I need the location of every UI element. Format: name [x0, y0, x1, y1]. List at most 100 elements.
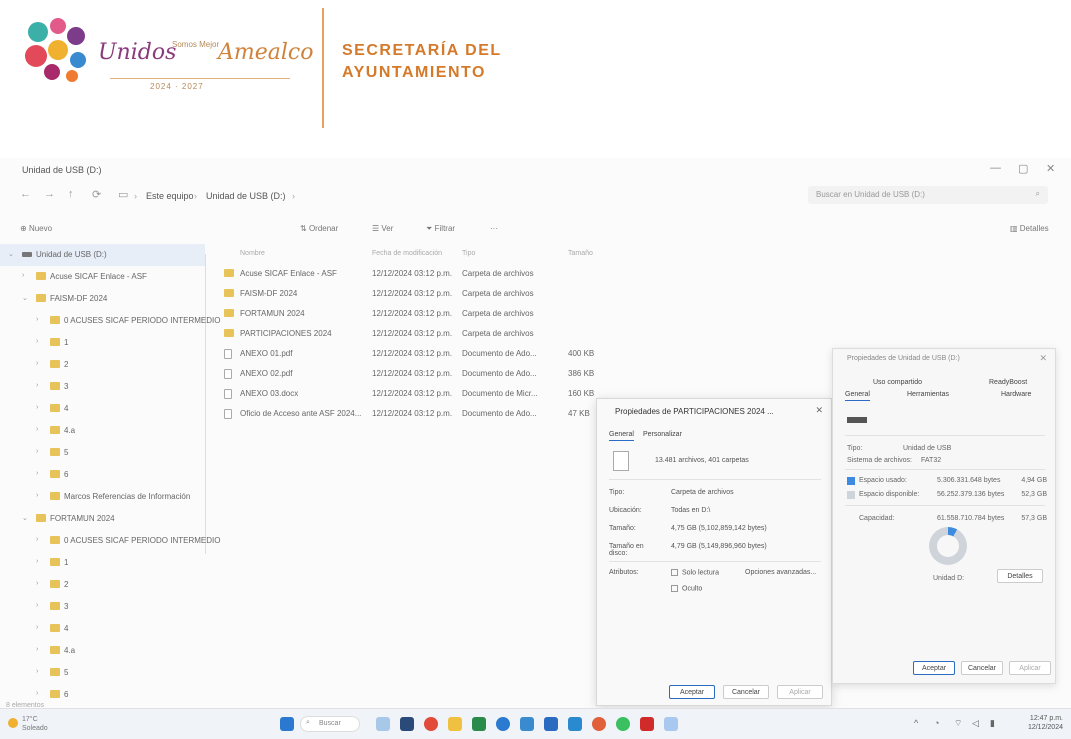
minimize-icon[interactable]: — — [990, 162, 1001, 174]
tab-tools[interactable]: Herramientas — [907, 391, 949, 398]
chevron-right-icon[interactable]: › — [36, 470, 38, 477]
system-clock[interactable]: 12:47 p.m. 12/12/2024 — [1028, 714, 1063, 732]
notepad-icon[interactable] — [664, 717, 678, 731]
details-button[interactable]: Detalles — [997, 569, 1043, 583]
file-explorer-icon[interactable] — [448, 717, 462, 731]
search-input[interactable]: Buscar en Unidad de USB (D:) ⌕ — [808, 186, 1048, 204]
word-icon[interactable] — [544, 717, 558, 731]
close-icon[interactable]: ✕ — [1046, 162, 1055, 175]
nav-tree-item[interactable]: › 2 — [0, 574, 205, 596]
app-icon[interactable] — [424, 717, 438, 731]
column-header-name[interactable]: Nombre — [240, 250, 265, 257]
forward-arrow-icon[interactable]: → — [44, 188, 55, 200]
chevron-right-icon[interactable]: › — [36, 360, 38, 367]
chevron-down-icon[interactable]: ⌄ — [8, 250, 14, 258]
cancel-button[interactable]: Cancelar — [723, 685, 769, 699]
ok-button[interactable]: Aceptar — [913, 661, 955, 675]
chrome-icon[interactable] — [592, 717, 606, 731]
nav-tree-item[interactable]: › 3 — [0, 596, 205, 618]
chevron-right-icon[interactable]: › — [36, 536, 38, 543]
chevron-right-icon[interactable]: › — [36, 558, 38, 565]
new-button[interactable]: ⊕ Nuevo — [20, 224, 52, 233]
chevron-right-icon[interactable]: › — [36, 624, 38, 631]
chevron-right-icon[interactable]: › — [36, 602, 38, 609]
file-row[interactable]: FAISM-DF 2024 12/12/2024 03:12 p.m. Carpet… — [218, 284, 618, 304]
nav-tree-item[interactable]: › 5 — [0, 662, 205, 684]
tab-general[interactable]: General — [845, 391, 870, 401]
chevron-right-icon[interactable]: › — [36, 404, 38, 411]
widgets-icon[interactable] — [400, 717, 414, 731]
file-row[interactable]: ANEXO 03.docx 12/12/2024 03:12 p.m. Docume… — [218, 384, 618, 404]
whatsapp-icon[interactable] — [616, 717, 630, 731]
up-arrow-icon[interactable]: ↑ — [68, 188, 74, 200]
excel-icon[interactable] — [472, 717, 486, 731]
chevron-down-icon[interactable]: ⌄ — [22, 294, 28, 302]
chevron-right-icon[interactable]: › — [36, 668, 38, 675]
refresh-icon[interactable]: ⟳ — [92, 188, 101, 201]
nav-tree-item[interactable]: › 0 ACUSES SICAF PERIODO INTERMEDIO — [0, 310, 220, 332]
nav-tree-item[interactable]: › Acuse SICAF Enlace - ASF — [0, 266, 205, 288]
chevron-right-icon[interactable]: › — [36, 646, 38, 653]
column-header-size[interactable]: Tamaño — [568, 250, 593, 257]
chevron-down-icon[interactable]: ⌄ — [22, 514, 28, 522]
nav-tree-item[interactable]: › 5 — [0, 442, 205, 464]
chevron-up-icon[interactable]: ^ — [914, 718, 918, 728]
column-header-modified[interactable]: Fecha de modificación — [372, 250, 442, 257]
nav-tree-item[interactable]: › 6 — [0, 464, 205, 486]
tab-sharing[interactable]: Uso compartido — [873, 379, 922, 386]
nav-tree-item[interactable]: › 1 — [0, 552, 205, 574]
file-row[interactable]: Acuse SICAF Enlace - ASF 12/12/2024 03:12… — [218, 264, 618, 284]
tab-general[interactable]: General — [609, 431, 634, 441]
nav-tree-item[interactable]: › 1 — [0, 332, 205, 354]
cancel-button[interactable]: Cancelar — [961, 661, 1003, 675]
tab-readyboost[interactable]: ReadyBoost — [989, 379, 1027, 386]
edge-icon[interactable] — [496, 717, 510, 731]
nav-tree-item[interactable]: › 3 — [0, 376, 205, 398]
weather-widget[interactable]: 17°C Soleado — [22, 715, 48, 733]
outlook-icon[interactable] — [568, 717, 582, 731]
breadcrumb-item[interactable]: Unidad de USB (D:) — [206, 191, 286, 201]
nav-tree-item[interactable]: ⌄ FAISM-DF 2024 — [0, 288, 205, 310]
chevron-right-icon[interactable]: › — [36, 382, 38, 389]
file-row[interactable]: PARTICIPACIONES 2024 12/12/2024 03:12 p.m… — [218, 324, 618, 344]
hidden-checkbox[interactable]: Oculto — [671, 585, 702, 592]
nav-tree-item[interactable]: ⌄ Unidad de USB (D:) — [0, 244, 205, 266]
back-arrow-icon[interactable]: ← — [20, 188, 31, 200]
file-row[interactable]: FORTAMUN 2024 12/12/2024 03:12 p.m. Carpet… — [218, 304, 618, 324]
chevron-right-icon[interactable]: › — [22, 272, 24, 279]
maximize-icon[interactable]: ▢ — [1018, 162, 1028, 175]
readonly-checkbox[interactable]: Solo lectura — [671, 569, 719, 576]
filter-button[interactable]: ⏷ Filtrar — [426, 224, 455, 234]
view-button[interactable]: ☰ Ver — [372, 224, 393, 233]
nav-tree-item[interactable]: › Marcos Referencias de Información — [0, 486, 205, 508]
chevron-right-icon[interactable]: › — [36, 316, 38, 323]
chevron-right-icon[interactable]: › — [36, 426, 38, 433]
tab-customize[interactable]: Personalizar — [643, 431, 682, 438]
nav-tree-item[interactable]: › 0 ACUSES SICAF PERIODO INTERMEDIO — [0, 530, 220, 552]
sort-button[interactable]: ⇅ Ordenar — [300, 224, 338, 233]
chevron-right-icon[interactable]: › — [36, 338, 38, 345]
close-icon[interactable]: ✕ — [815, 405, 823, 416]
chevron-right-icon[interactable]: › — [36, 492, 38, 499]
file-row[interactable]: ANEXO 01.pdf 12/12/2024 03:12 p.m. Documen… — [218, 344, 618, 364]
close-icon[interactable]: ✕ — [1039, 353, 1047, 364]
apply-button[interactable]: Aplicar — [777, 685, 823, 699]
chevron-right-icon[interactable]: › — [36, 690, 38, 697]
more-options-button[interactable]: ··· — [490, 224, 498, 233]
volume-icon[interactable]: ◁ — [972, 718, 979, 729]
nav-tree-item[interactable]: › 4.a — [0, 420, 205, 442]
nav-tree-item[interactable]: › 2 — [0, 354, 205, 376]
acrobat-icon[interactable] — [640, 717, 654, 731]
network-icon[interactable]: ◔ — [934, 718, 939, 728]
breadcrumb-item[interactable]: Este equipo — [146, 191, 194, 201]
file-row[interactable]: ANEXO 02.pdf 12/12/2024 03:12 p.m. Documen… — [218, 364, 618, 384]
nav-tree-item[interactable]: ⌄ FORTAMUN 2024 — [0, 508, 205, 530]
nav-tree-item[interactable]: › 4.a — [0, 640, 205, 662]
file-row[interactable]: Oficio de Acceso ante ASF 2024... 12/12/2… — [218, 404, 618, 424]
chevron-right-icon[interactable]: › — [36, 448, 38, 455]
battery-icon[interactable]: ▮ — [990, 718, 995, 729]
start-menu-icon[interactable] — [280, 717, 294, 731]
ok-button[interactable]: Aceptar — [669, 685, 715, 699]
task-view-icon[interactable] — [376, 717, 390, 731]
chevron-right-icon[interactable]: › — [36, 580, 38, 587]
